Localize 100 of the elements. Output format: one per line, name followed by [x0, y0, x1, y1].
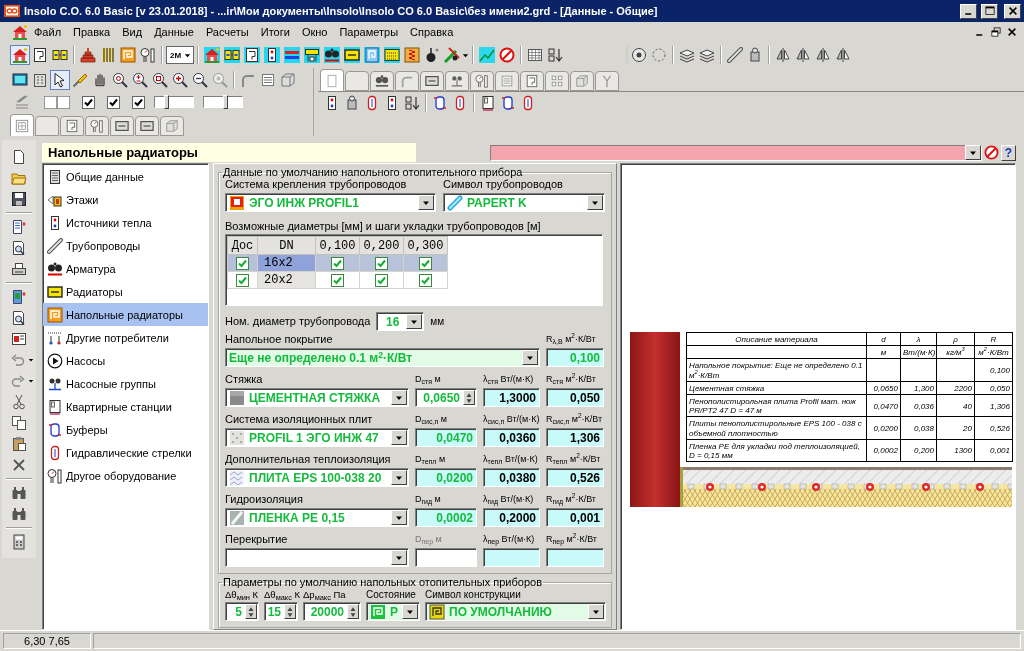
brush-icon[interactable] [72, 72, 88, 88]
scale-dropdown[interactable]: 2M [166, 46, 195, 64]
house-icon[interactable] [10, 45, 30, 65]
dial-icon[interactable] [631, 47, 648, 63]
value-field[interactable]: 0,050 [546, 388, 604, 407]
checkbox[interactable] [132, 95, 145, 109]
radiator-pair-icon[interactable] [52, 47, 68, 63]
radiator-icon[interactable] [140, 119, 154, 133]
gauge-icon[interactable] [47, 467, 63, 484]
dotted-circle-icon[interactable] [651, 47, 668, 63]
zoom-in-icon[interactable] [172, 72, 188, 88]
sidebar-item[interactable]: Этажи [43, 188, 208, 211]
value-field[interactable]: 0,2000 [483, 508, 540, 527]
restore-icon[interactable] [990, 26, 1002, 38]
checkbox[interactable] [331, 256, 344, 270]
copy-icon[interactable] [11, 415, 27, 431]
house-icon[interactable] [204, 47, 221, 63]
weight-icon[interactable] [424, 47, 441, 63]
toolbar-tab[interactable] [420, 71, 444, 91]
toolbar-tab[interactable] [370, 71, 394, 91]
zoom-window-icon[interactable] [152, 72, 168, 88]
menu-item[interactable]: Итоги [254, 24, 296, 40]
sort-icon[interactable] [404, 95, 420, 111]
caret-icon[interactable] [28, 357, 34, 363]
zoom-plus-minus-icon[interactable] [132, 72, 148, 88]
pipe-icon[interactable] [727, 47, 744, 63]
mirror-icon[interactable] [795, 47, 812, 63]
toolbar-tab[interactable] [135, 116, 159, 136]
sidebar-item[interactable]: Насосные группы [43, 372, 208, 395]
concrete-icon[interactable] [229, 389, 245, 406]
sidebar-item[interactable]: Трубопроводы [43, 234, 208, 257]
no-entry-icon[interactable] [984, 145, 999, 160]
slider-thumb[interactable] [164, 95, 170, 109]
value-field[interactable] [415, 548, 477, 567]
calculator-icon[interactable] [11, 534, 27, 550]
radiator-icon[interactable] [344, 47, 361, 63]
delete-icon[interactable] [11, 457, 27, 473]
checkbox[interactable] [419, 273, 432, 287]
dropdown-arrow-button[interactable] [522, 350, 538, 365]
monitor-icon[interactable] [12, 72, 28, 88]
toolbar-tab[interactable] [85, 116, 109, 136]
tank-icon[interactable] [47, 421, 63, 438]
checkbox[interactable] [419, 256, 432, 270]
save-icon[interactable] [11, 191, 27, 207]
mount-icon[interactable] [229, 194, 245, 211]
no-entry-icon[interactable] [499, 47, 516, 63]
gauge-icon[interactable] [140, 47, 156, 63]
pipe-fitting-icon[interactable] [444, 47, 461, 63]
swatch-icon[interactable] [44, 95, 57, 109]
binoculars-icon[interactable] [11, 506, 27, 522]
gauge-icon[interactable] [475, 74, 489, 88]
sidebar-item[interactable]: Квартирные станции [43, 395, 208, 418]
binoculars-icon[interactable] [11, 485, 27, 501]
dropdown-arrow-button[interactable] [391, 390, 407, 405]
cut-icon[interactable] [11, 394, 27, 410]
zoom-target-icon[interactable] [112, 72, 128, 88]
checkbox[interactable] [236, 256, 249, 270]
dropdown-arrow-button[interactable] [406, 314, 423, 329]
dropdown-arrow-button[interactable] [391, 550, 407, 565]
print-preview-icon[interactable] [11, 310, 27, 326]
table-icon[interactable] [527, 47, 544, 63]
sidebar-item[interactable]: Гидравлические стрелки [43, 441, 208, 464]
selector-dropdown[interactable] [490, 144, 982, 161]
close-icon[interactable] [1006, 26, 1018, 38]
caret-icon[interactable] [184, 51, 192, 59]
toolbar-tab[interactable] [445, 71, 469, 91]
dropdown-arrow-button[interactable] [418, 195, 434, 210]
coil-icon[interactable] [370, 603, 386, 620]
checkbox[interactable] [107, 95, 120, 109]
mirror-icon[interactable] [815, 47, 832, 63]
plan-icon[interactable] [11, 331, 27, 347]
sort-icon[interactable] [547, 47, 564, 63]
menu-item[interactable]: Справка [404, 24, 460, 40]
radiator-pair-icon[interactable] [224, 47, 241, 63]
swatch-icon[interactable] [57, 95, 70, 109]
brick-wall-icon[interactable] [80, 47, 96, 63]
radiator-icon[interactable] [47, 283, 63, 300]
slider-thumb[interactable] [222, 95, 228, 109]
pump-icon[interactable] [47, 260, 63, 277]
tank-icon[interactable] [500, 95, 516, 111]
chart-icon[interactable] [479, 47, 496, 63]
film-roll-icon[interactable] [229, 509, 245, 526]
document-icon[interactable] [11, 149, 27, 165]
cabinet-icon[interactable] [47, 398, 63, 415]
striped-panel-icon[interactable] [100, 47, 116, 63]
material-dropdown[interactable] [225, 548, 409, 567]
pipe-symbol-icon[interactable] [447, 194, 463, 211]
line-slider[interactable] [203, 96, 243, 108]
frame-icon[interactable] [244, 47, 261, 63]
pins-icon[interactable] [47, 329, 63, 346]
menu-item[interactable]: Данные [148, 24, 200, 40]
print-preview-icon[interactable] [11, 240, 27, 256]
pipe-icon[interactable] [47, 237, 63, 254]
folder-icon[interactable] [11, 170, 27, 186]
dropdown-arrow-button[interactable] [588, 604, 604, 619]
menu-item[interactable]: Расчеты [199, 24, 255, 40]
caret-icon[interactable] [462, 51, 470, 59]
print-icon[interactable] [11, 261, 27, 277]
menu-item[interactable]: Вид [116, 24, 149, 40]
toolbar-tab[interactable] [110, 116, 134, 136]
